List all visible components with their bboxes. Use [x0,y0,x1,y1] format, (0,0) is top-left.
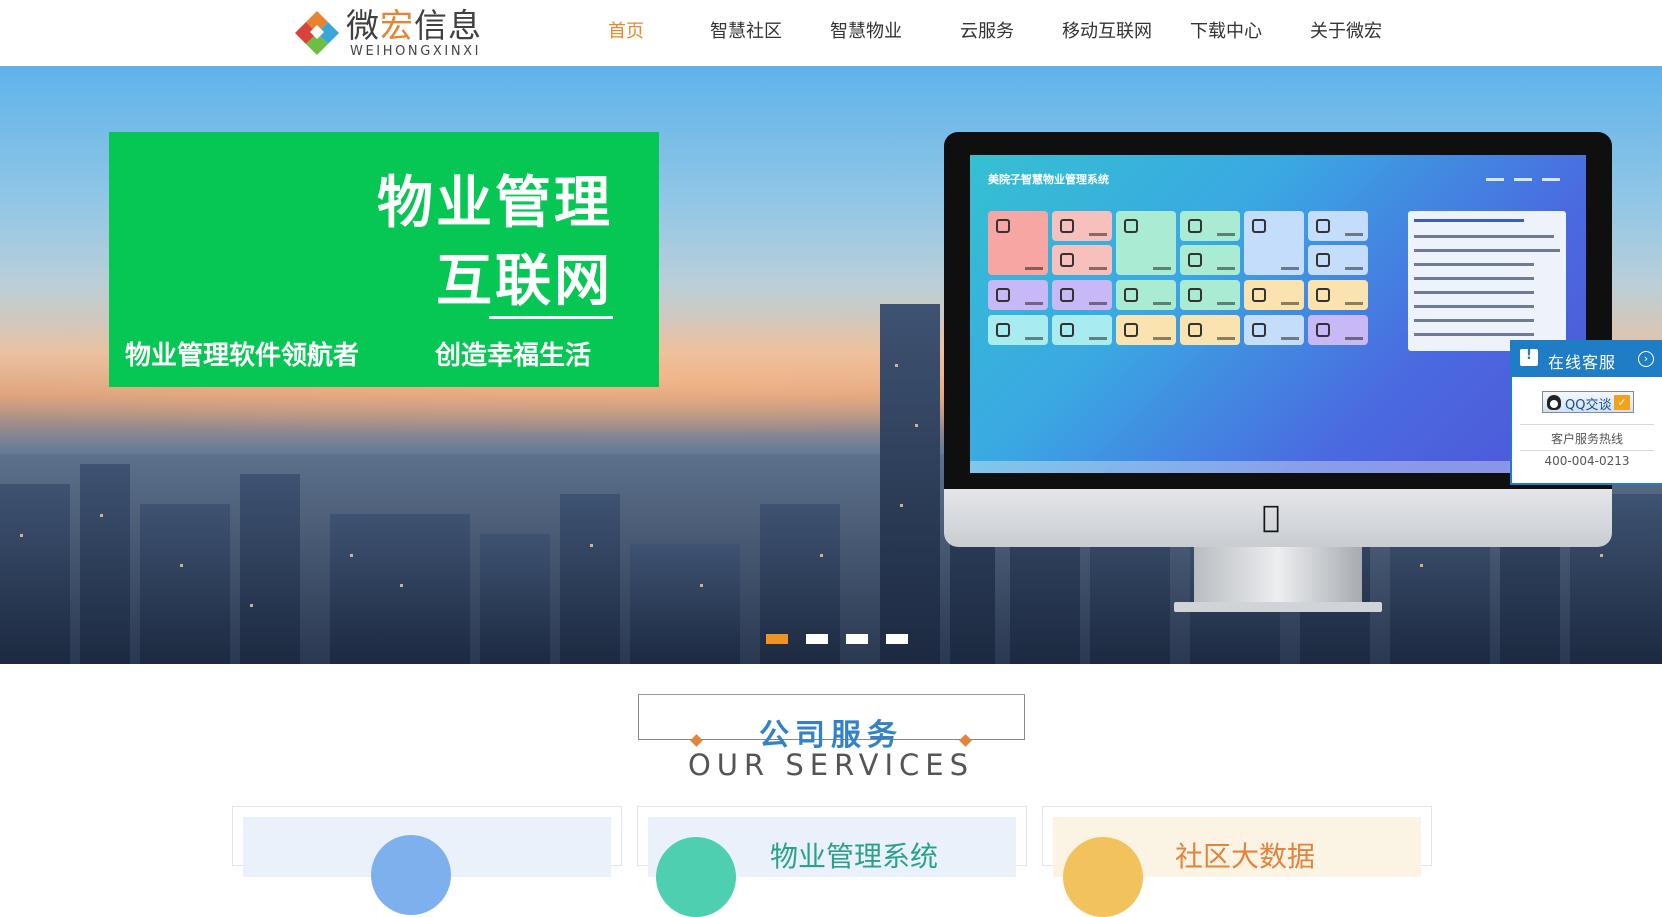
promo-tagline-2: 创造幸福生活 [435,341,592,371]
screen-tile [1052,315,1112,345]
slide-dot-4[interactable] [886,634,908,644]
chat-bubble-icon [1520,348,1538,366]
logo-text-en: WEIHONGXINXI [350,44,482,59]
hotline-label: 客户服务热线 [1550,432,1623,446]
screen-tile [988,211,1048,275]
nav-item-download-center[interactable]: 下载中心 [1190,17,1262,43]
screen-tile [1308,245,1368,275]
screen-tile [1116,315,1176,345]
promo-headline-1: 物业管理 [377,171,613,236]
nav-item-smart-community[interactable]: 智慧社区 [710,17,782,43]
site-header: 微宏信息 WEIHONGXINXI 首页 智慧社区 智慧物业 云服务 移动互联网… [0,0,1662,66]
online-service-title: 在线客服 [1548,353,1617,372]
screen-tile [1052,245,1112,275]
service-card-title: 社区大数据 [1175,840,1316,873]
screen-tile [1308,280,1368,310]
monitor-stand [1194,547,1362,605]
divider [1520,424,1654,425]
service-card-inner: 物业管理系统 [648,817,1016,917]
service-card[interactable]: 物业管理系统 [637,806,1027,917]
qq-chat-button[interactable]: QQ交谈 ✓ [1542,391,1634,413]
service-card-inner [243,817,611,915]
services-subtitle: OUR SERVICES [687,748,975,782]
site-logo[interactable]: 微宏信息 WEIHONGXINXI [294,6,494,59]
screen-tile [1244,315,1304,345]
qq-chat-label: QQ交谈 [1565,398,1612,413]
hotline-number[interactable]: 400-004-0213 [1512,454,1662,468]
slide-dot-3[interactable] [846,634,868,644]
divider [1520,450,1654,451]
promo-divider [489,316,613,319]
screen-tile [1052,211,1112,241]
screen-tile [1244,280,1304,310]
slide-dot-2[interactable] [806,634,828,644]
screen-tile [1116,280,1176,310]
logo-text-cn: 微宏信息 [346,6,482,45]
nav-item-home[interactable]: 首页 [608,17,644,43]
apple-logo-icon:  [1262,500,1280,535]
screen-tile [1308,315,1368,345]
screen-tile [1308,211,1368,241]
screen-tile [988,280,1048,310]
screen-tile [1244,211,1304,275]
screen-tile [1052,280,1112,310]
nav-item-smart-property[interactable]: 智慧物业 [830,17,902,43]
nav-item-mobile-internet[interactable]: 移动互联网 [1062,17,1152,43]
screen-app-title: 美院子智慧物业管理系统 [988,173,1109,186]
promo-tagline-1: 物业管理软件领航者 [125,341,360,371]
online-service-header: 在线客服 › [1512,342,1662,377]
screen-taskbar [970,461,1586,473]
screen-tile [1180,280,1240,310]
collapse-arrow-icon[interactable]: › [1638,351,1654,367]
service-card[interactable] [232,806,622,915]
screen-tile [1116,211,1176,275]
online-service-panel: 在线客服 › QQ交谈 ✓ 客户服务热线 400-004-0213 [1510,340,1662,485]
service-card[interactable]: 社区大数据 [1042,806,1432,917]
promo-panel: 物业管理 互联网 物业管理软件领航者 创造幸福生活 [109,132,659,387]
promo-headline-2: 互联网 [436,249,613,314]
data-icon [1063,837,1143,917]
hero-banner[interactable]: 物业管理 互联网 物业管理软件领航者 创造幸福生活  美院子智慧物业管理系统 [0,66,1662,664]
service-icon [371,835,451,915]
nav-item-cloud-service[interactable]: 云服务 [960,17,1014,43]
screen-tile [1180,315,1240,345]
service-card-inner: 社区大数据 [1053,817,1421,917]
nav-item-about[interactable]: 关于微宏 [1310,17,1382,43]
service-card-title: 物业管理系统 [770,840,939,873]
logo-mark-icon [295,11,339,55]
globe-icon [656,837,736,917]
slide-dot-1[interactable] [766,634,788,644]
monitor-foot [1174,602,1382,612]
monitor-screen: 美院子智慧物业管理系统 [970,155,1586,473]
screen-tile [988,315,1048,345]
screen-top-links [1476,169,1572,185]
check-icon: ✓ [1614,395,1630,410]
screen-notice-list [1408,211,1566,351]
qq-penguin-icon [1547,395,1561,410]
screen-tile [1180,245,1240,275]
screen-tile [1180,211,1240,241]
